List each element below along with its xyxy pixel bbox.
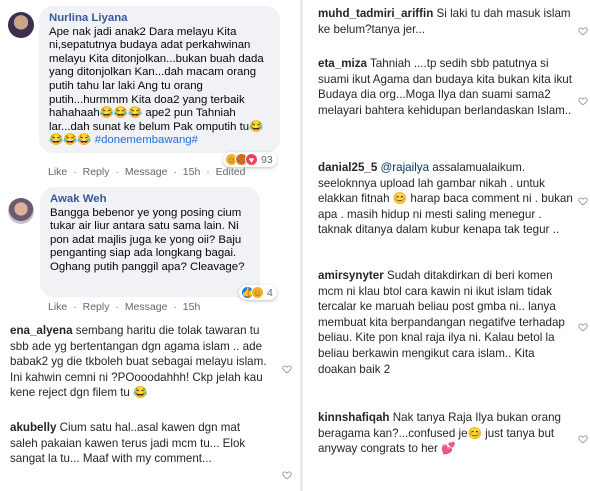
message-link[interactable]: Message [125, 166, 168, 178]
ig-comment: akubelly Cium satu hal..asal kawen dgn m… [10, 420, 260, 467]
facebook-comments-panel: Nurlina Liyana Ape nak jadi anak2 Dara m… [0, 0, 298, 491]
heart-icon[interactable] [578, 322, 588, 332]
ig-username[interactable]: kinnshafiqah [318, 411, 390, 424]
comment-actions: Like · Reply · Message · 15h · Edited [48, 166, 246, 178]
ig-username[interactable]: muhd_tadmiri_ariffin [318, 7, 433, 20]
comment-bubble: Nurlina Liyana Ape nak jadi anak2 Dara m… [39, 6, 280, 153]
heart-icon[interactable] [578, 26, 588, 36]
ig-comment: amirsynyter Sudah ditakdirkan di beri ko… [318, 268, 574, 377]
heart-icon[interactable] [578, 196, 588, 206]
love-icon: ♥ [245, 153, 258, 166]
timestamp[interactable]: 15h [183, 301, 201, 313]
ig-comment: eta_miza Tahniah ....tp sedih sbb patutn… [318, 56, 574, 118]
ig-username[interactable]: akubelly [10, 421, 56, 434]
heart-icon[interactable] [282, 364, 292, 374]
ig-username[interactable]: ena_alyena [10, 324, 73, 337]
avatar[interactable] [8, 12, 34, 38]
like-link[interactable]: Like [48, 166, 67, 178]
ig-username[interactable]: amirsynyter [318, 269, 384, 282]
timestamp[interactable]: 15h [183, 166, 201, 178]
comment-actions: Like · Reply · Message · 15h [48, 301, 201, 313]
reply-link[interactable]: Reply [83, 301, 110, 313]
ig-comment: kinnshafiqah Nak tanya Raja Ilya bukan o… [318, 410, 574, 457]
ig-username[interactable]: danial25_5 [318, 161, 377, 174]
reply-link[interactable]: Reply [83, 166, 110, 178]
reaction-summary[interactable]: 👍 ☺ 4 [239, 285, 277, 300]
comment-author[interactable]: Awak Weh [50, 193, 250, 207]
comment-bubble: Awak Weh Bangga bebenor ye yong posing c… [40, 187, 260, 297]
like-link[interactable]: Like [48, 301, 67, 313]
heart-icon[interactable] [282, 470, 292, 480]
edited-label[interactable]: Edited [216, 166, 246, 178]
ig-username[interactable]: eta_miza [318, 57, 367, 70]
avatar[interactable] [8, 198, 34, 224]
haha-icon: ☺ [251, 286, 264, 299]
column-divider [300, 0, 303, 491]
comment-text: Bangga bebenor ye yong posing cium tukar… [50, 206, 245, 273]
ig-comment: ena_alyena sembang haritu die tolak tawa… [10, 323, 270, 401]
heart-icon[interactable] [578, 434, 588, 444]
ig-comment: muhd_tadmiri_ariffin Si laki tu dah masu… [318, 6, 574, 37]
ig-comment: danial25_5 @rajailya assalamualaikum. se… [318, 160, 574, 238]
reaction-summary[interactable]: ☺ ☹ ♥ 93 [223, 152, 277, 167]
comment-text: Ape nak jadi anak2 Dara melayu Kita ni,s… [49, 25, 264, 147]
reaction-count: 93 [261, 153, 273, 166]
mention-link[interactable]: @rajailya [381, 161, 430, 174]
reaction-count: 4 [267, 286, 273, 299]
heart-icon[interactable] [578, 96, 588, 106]
ig-comment-text: Sudah ditakdirkan di beri komen mcm ni k… [318, 269, 565, 376]
message-link[interactable]: Message [125, 301, 168, 313]
comment-author[interactable]: Nurlina Liyana [49, 12, 270, 26]
hashtag-link[interactable]: #donemembawang# [95, 134, 198, 146]
